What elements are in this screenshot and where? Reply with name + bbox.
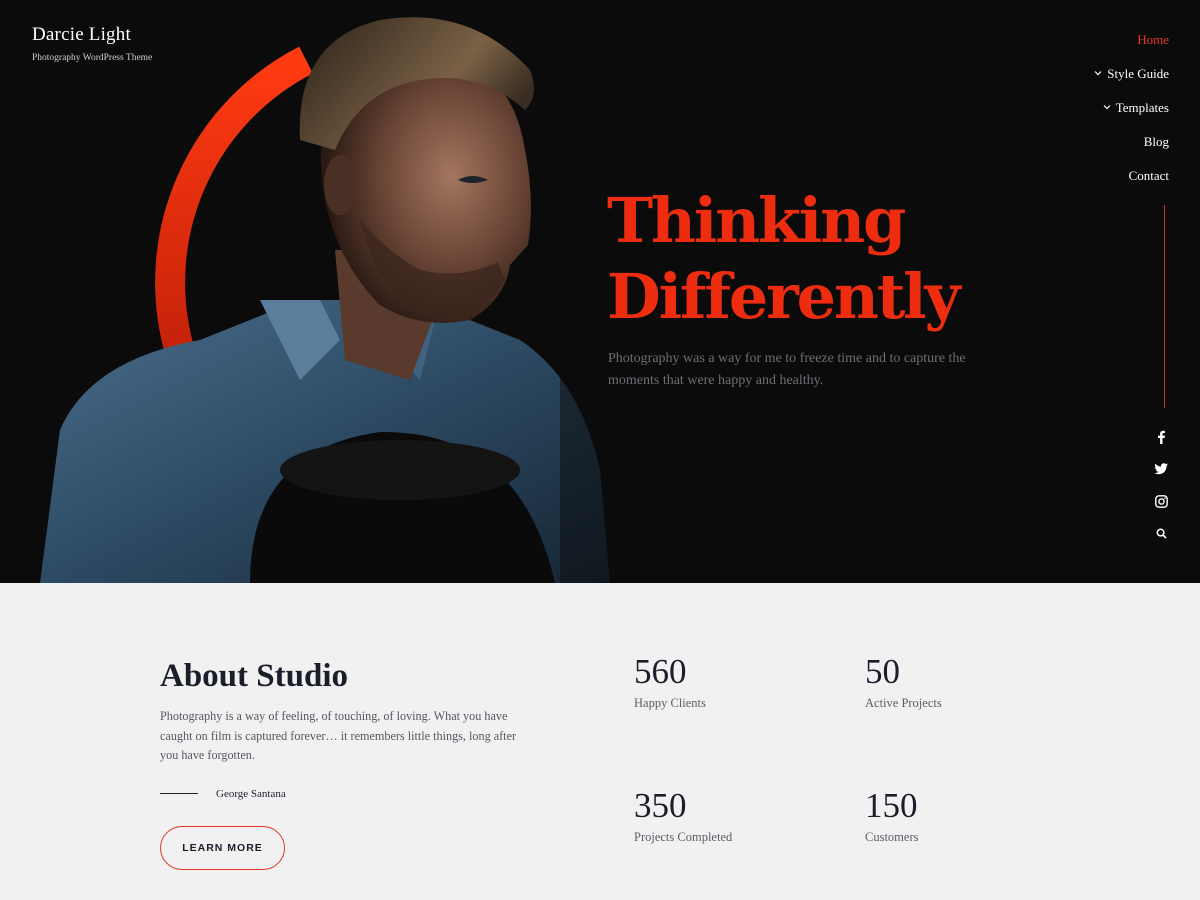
stat-item: 50 Active Projects <box>865 650 1065 711</box>
quote-divider <box>160 793 198 795</box>
stat-value: 350 <box>634 786 687 825</box>
author-name: George Santana <box>216 787 286 800</box>
hero-heading: Thinking Differently <box>607 183 961 335</box>
nav-item-templates[interactable]: Templates <box>1103 98 1169 132</box>
stat-value: 150 <box>865 786 918 825</box>
about-title-bold: Studio <box>256 658 348 694</box>
stat-label: Customers <box>865 830 919 844</box>
about-section: About Studio Photography is a way of fee… <box>160 655 540 870</box>
nav-item-style-guide[interactable]: Style Guide <box>1094 64 1169 98</box>
nav-item-label: Blog <box>1143 134 1169 149</box>
hero-portrait-image <box>40 0 640 583</box>
hero-heading-line: Differently <box>607 260 961 333</box>
stat-value: 560 <box>634 652 687 691</box>
nav-item-blog[interactable]: Blog <box>1144 132 1169 166</box>
site-title[interactable]: Darcie Light <box>32 24 152 46</box>
nav-item-label: Templates <box>1115 100 1169 115</box>
chevron-down-icon <box>1094 71 1102 76</box>
stats-section: 560 Happy Clients 50 Active Projects 350… <box>634 650 1054 870</box>
social-links <box>1152 428 1170 542</box>
instagram-icon[interactable] <box>1152 492 1170 510</box>
stat-label: Projects Completed <box>634 830 733 844</box>
nav-item-contact[interactable]: Contact <box>1129 166 1169 200</box>
hero-section: Darcie Light Photography WordPress Theme… <box>0 0 1200 583</box>
stat-label: Active Projects <box>865 696 942 710</box>
twitter-icon[interactable] <box>1152 460 1170 478</box>
site-tagline: Photography WordPress Theme <box>32 53 153 63</box>
stat-item: 560 Happy Clients <box>634 650 834 711</box>
about-title: About Studio <box>160 655 540 697</box>
stat-value: 50 <box>865 652 900 691</box>
hero-description: Photography was a way for me to freeze t… <box>608 351 966 388</box>
learn-more-button[interactable]: LEARN MORE <box>160 825 285 870</box>
about-text: Photography is a way of feeling, of touc… <box>160 709 517 763</box>
about-title-light: About <box>160 658 249 694</box>
nav-item-label: Style Guide <box>1107 66 1169 81</box>
nav-item-home[interactable]: Home <box>1137 30 1169 64</box>
stat-item: 150 Customers <box>865 784 1065 845</box>
nav-item-label: Contact <box>1128 168 1169 183</box>
stat-item: 350 Projects Completed <box>634 784 834 845</box>
facebook-icon[interactable] <box>1152 428 1170 446</box>
quote-author: George Santana <box>160 788 540 800</box>
site-branding: Darcie Light Photography WordPress Theme <box>32 24 152 63</box>
search-icon[interactable] <box>1152 524 1170 542</box>
nav-item-label: Home <box>1137 32 1169 47</box>
chevron-down-icon <box>1103 105 1111 110</box>
vertical-divider <box>1164 205 1165 408</box>
hero-heading-line: Thinking <box>607 184 906 257</box>
main-navigation: Home Style Guide Templates Blog Contact <box>1094 30 1169 200</box>
stat-label: Happy Clients <box>634 696 706 710</box>
